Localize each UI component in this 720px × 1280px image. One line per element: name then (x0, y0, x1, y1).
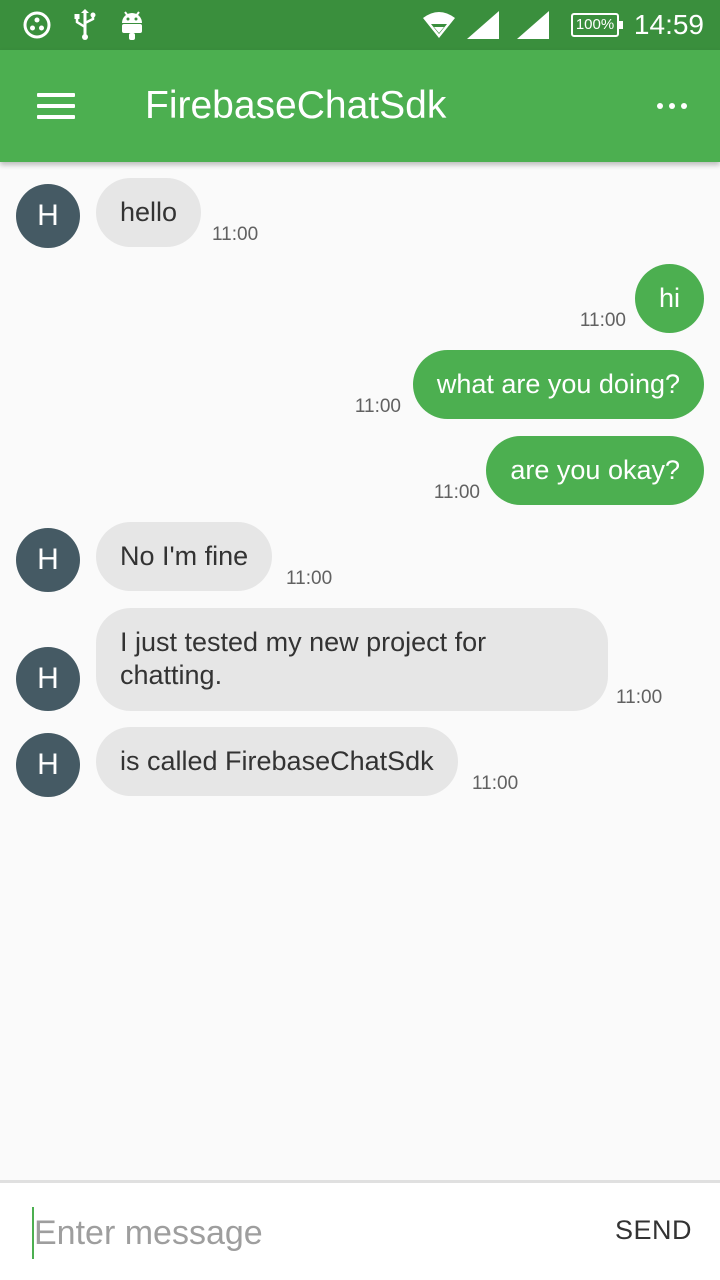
message-timestamp: 11:00 (286, 568, 333, 589)
outgoing-message-bubble[interactable]: are you okay? (486, 436, 704, 505)
message-timestamp: 11:00 (212, 224, 259, 245)
incoming-message-bubble[interactable]: No I'm fine (96, 522, 273, 591)
message-timestamp: 11:00 (616, 687, 663, 708)
more-vert-icon[interactable] (646, 76, 698, 136)
android-icon (116, 8, 148, 42)
outgoing-message-bubble[interactable]: what are you doing? (412, 350, 704, 419)
status-bar: 100% 14:59 (0, 0, 720, 50)
message-timestamp: 11:00 (472, 773, 519, 794)
signal-icon (514, 8, 552, 42)
message-timestamp: 11:00 (433, 482, 480, 503)
battery-icon: 100% (571, 13, 623, 37)
send-button[interactable]: SEND (615, 1215, 692, 1246)
wifi-icon (420, 8, 458, 42)
avatar[interactable]: H (16, 528, 80, 592)
hamburger-menu-icon[interactable] (22, 76, 90, 136)
notification-icon (20, 8, 54, 42)
outgoing-message-bubble[interactable]: hi (634, 264, 704, 333)
status-time: 14:59 (633, 9, 704, 40)
app-bar: FirebaseChatSdk (0, 50, 720, 162)
signal-icon (464, 8, 502, 42)
message-list[interactable]: H hello 11:00 hi 11:00 what are you doin… (0, 162, 720, 1180)
usb-icon (70, 8, 100, 42)
message-composer: SEND (0, 1180, 720, 1280)
incoming-message-bubble[interactable]: hello (96, 178, 202, 247)
avatar[interactable]: H (16, 184, 80, 248)
incoming-message-bubble[interactable]: is called FirebaseChatSdk (96, 727, 458, 796)
message-timestamp: 11:00 (354, 396, 401, 417)
app-title: FirebaseChatSdk (145, 84, 447, 127)
incoming-message-bubble[interactable]: I just tested my new project for chattin… (96, 608, 608, 711)
avatar[interactable]: H (16, 733, 80, 797)
avatar[interactable]: H (16, 647, 80, 711)
message-timestamp: 11:00 (579, 310, 626, 331)
message-input[interactable] (32, 1207, 592, 1259)
